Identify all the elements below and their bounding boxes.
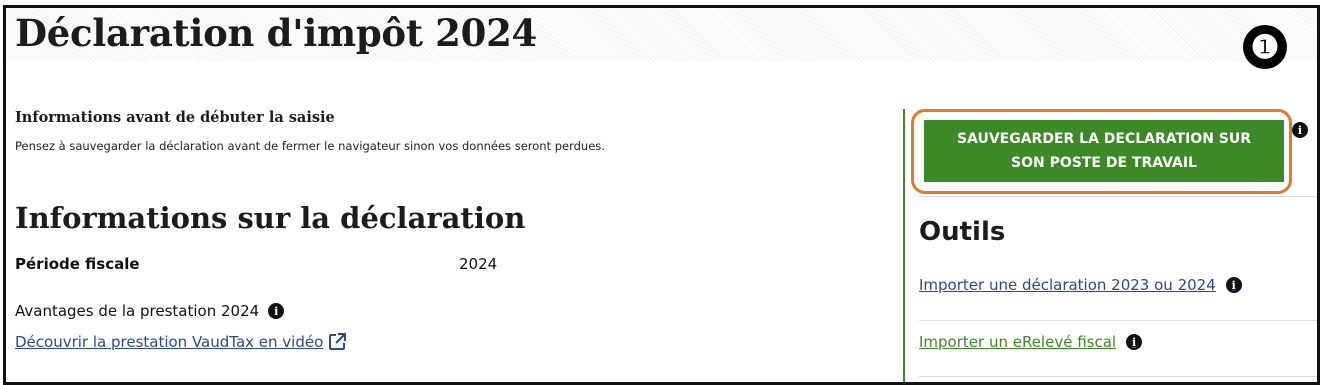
sidebar-divider [919,320,1317,321]
notice-title: Informations avant de débuter la saisie [15,109,335,126]
sidebar-divider [919,196,1317,197]
save-button-highlight: SAUVEGARDER LA DECLARATION SUR SON POSTE… [911,109,1292,194]
video-link[interactable]: Découvrir la prestation VaudTax en vidéo [15,333,347,351]
notice-text: Pensez à sauvegarder la déclaration avan… [15,139,605,153]
fiscal-period-value: 2024 [459,255,498,273]
external-link-icon [329,333,347,350]
advantages-row: Avantages de la prestation 2024 i [15,302,285,320]
import-ereleve-label: Importer un eRelevé fiscal [919,333,1117,351]
import-declaration-label: Importer une déclaration 2023 ou 2024 [919,276,1216,294]
save-button-line1: SAUVEGARDER LA DECLARATION SUR [956,131,1252,147]
info-icon[interactable]: i [268,303,285,319]
save-info-icon[interactable]: i [1292,122,1308,138]
fiscal-period-label: Période fiscale [15,255,140,273]
page-title: Déclaration d'impôt 2024 [15,11,537,55]
video-link-label: Découvrir la prestation VaudTax en vidéo [15,333,324,351]
sidebar-divider [919,376,1317,377]
save-button-line2: SON POSTE DE TRAVAIL [1011,155,1197,171]
info-icon[interactable]: i [1126,334,1143,350]
step-number-badge: ❶ [1243,25,1287,69]
section-title: Informations sur la déclaration [15,201,526,235]
save-declaration-button[interactable]: SAUVEGARDER LA DECLARATION SUR SON POSTE… [924,120,1284,182]
tools-title: Outils [919,217,1006,247]
advantages-label: Avantages de la prestation 2024 [15,302,260,320]
info-icon[interactable]: i [1225,277,1242,293]
import-erelevé-link[interactable]: Importer un eRelevé fiscal i [919,333,1143,351]
tax-declaration-panel: Déclaration d'impôt 2024 ❶ Informations … [3,5,1320,385]
import-declaration-link[interactable]: Importer une déclaration 2023 ou 2024 i [919,276,1242,294]
